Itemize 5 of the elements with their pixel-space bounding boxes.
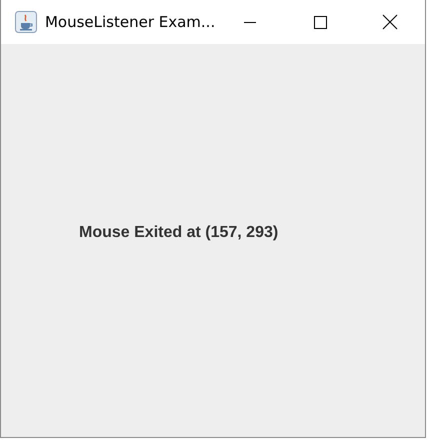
maximize-icon bbox=[313, 15, 328, 29]
coffee-cup-icon bbox=[15, 11, 37, 33]
status-label: Mouse Exited at (157, 293) bbox=[79, 224, 278, 242]
window-title: MouseListener Exam... bbox=[44, 13, 216, 31]
close-icon bbox=[382, 14, 398, 30]
